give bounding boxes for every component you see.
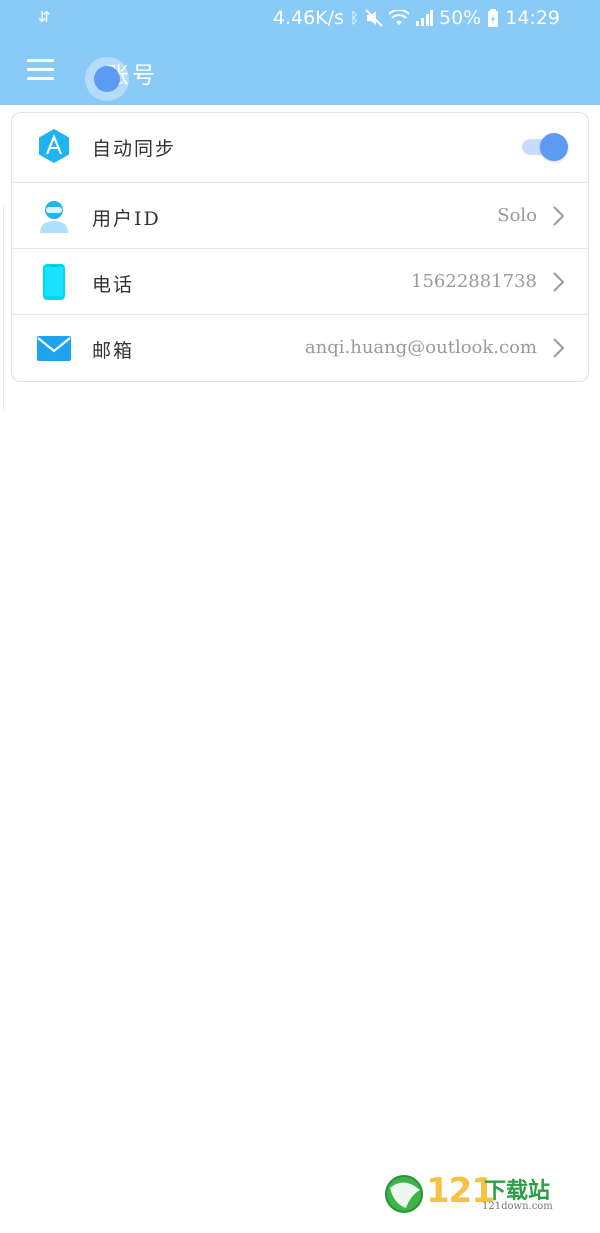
phone-row[interactable]: 电话 15622881738 <box>12 249 588 315</box>
phone-value: 15622881738 <box>411 271 537 292</box>
auto-sync-row: 自动同步 <box>12 113 588 179</box>
mute-icon <box>365 9 383 27</box>
chevron-right-icon <box>553 272 565 292</box>
mail-icon <box>37 336 71 361</box>
chevron-right-icon <box>553 206 565 226</box>
clock: 14:29 <box>505 7 560 29</box>
chevron-right-icon <box>553 338 565 358</box>
phone-icon <box>43 264 65 300</box>
status-right: 4.46K/s ᛒ 50% 14:29 <box>273 7 560 29</box>
user-id-label: 用户ID <box>92 208 161 230</box>
network-speed: 4.46K/s <box>272 7 344 29</box>
battery-icon <box>488 9 499 27</box>
account-settings-card: 自动同步 用户ID Solo 电话 15622881738 邮箱 anqi.hu… <box>11 112 589 382</box>
edge-handle <box>0 205 4 410</box>
bluetooth-icon: ᛒ <box>349 9 359 27</box>
email-row[interactable]: 邮箱 anqi.huang@outlook.com <box>12 315 588 381</box>
phone-label: 电话 <box>92 274 135 296</box>
app-logo-a-icon <box>39 129 69 163</box>
user-id-value: Solo <box>497 205 537 226</box>
auto-sync-toggle[interactable] <box>520 131 570 161</box>
user-id-row[interactable]: 用户ID Solo <box>12 183 588 249</box>
wifi-icon <box>389 10 409 25</box>
data-transfer-icon: ⇵ <box>38 8 51 26</box>
email-value: anqi.huang@outlook.com <box>304 337 537 358</box>
signal-icon <box>416 10 433 26</box>
watermark-url: 121down.com <box>482 1201 553 1212</box>
watermark-logo: 121 下载站 121down.com <box>384 1171 580 1217</box>
toggle-knob <box>540 133 568 161</box>
touch-indicator-dot <box>94 66 120 92</box>
email-label: 邮箱 <box>92 340 135 362</box>
globe-logo-icon <box>385 1175 423 1213</box>
battery-percent: 50% <box>439 7 482 29</box>
status-bar: ⇵ 4.46K/s ᛒ 50% 14:29 <box>0 0 600 36</box>
hamburger-menu-icon[interactable] <box>20 50 60 90</box>
auto-sync-label: 自动同步 <box>92 138 177 160</box>
user-avatar-icon <box>40 201 68 233</box>
